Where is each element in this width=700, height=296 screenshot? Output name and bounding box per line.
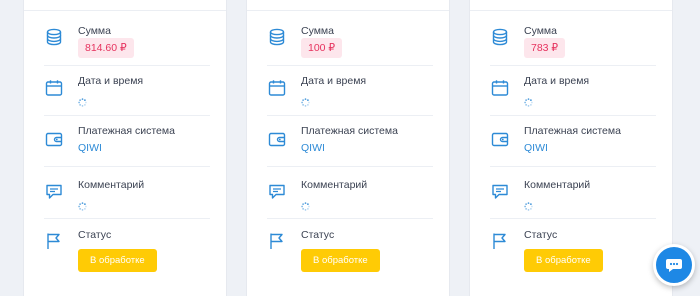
loading-spinner-icon xyxy=(78,94,87,107)
comment-label: Комментарий xyxy=(301,179,368,191)
status-badge[interactable]: В обработке xyxy=(524,249,603,272)
amount-value: 783 ₽ xyxy=(524,38,566,58)
status-label: Статус xyxy=(78,229,112,241)
loading-spinner-icon xyxy=(524,94,533,107)
divider xyxy=(490,115,656,116)
amount-label: Сумма xyxy=(78,25,111,37)
loading-spinner-icon xyxy=(301,94,310,107)
status-badge[interactable]: В обработке xyxy=(301,249,380,272)
datetime-label: Дата и время xyxy=(524,75,590,87)
divider xyxy=(490,218,656,219)
amount-value: 100 ₽ xyxy=(301,38,343,58)
status-badge[interactable]: В обработке xyxy=(78,249,157,272)
comment-icon xyxy=(267,182,287,202)
amount-label: Сумма xyxy=(524,25,557,37)
status-label: Статус xyxy=(524,229,558,241)
payment-system-link[interactable]: QIWI xyxy=(301,142,325,154)
comment-icon xyxy=(44,182,64,202)
wallet-icon xyxy=(267,129,287,149)
calendar-icon xyxy=(267,78,287,98)
flag-icon xyxy=(267,231,287,251)
comment-label: Комментарий xyxy=(524,179,591,191)
payment-system-label: Платежная система xyxy=(301,125,398,137)
divider xyxy=(267,166,433,167)
calendar-icon xyxy=(44,78,64,98)
divider xyxy=(490,166,656,167)
loading-spinner-icon xyxy=(78,198,87,211)
divider xyxy=(44,166,210,167)
divider xyxy=(267,115,433,116)
flag-icon xyxy=(44,231,64,251)
payment-card: Сумма 783 ₽ Дата и время Платежная система Q… xyxy=(469,0,673,296)
divider xyxy=(470,10,672,11)
wallet-icon xyxy=(490,129,510,149)
payment-system-link[interactable]: QIWI xyxy=(524,142,548,154)
database-icon xyxy=(44,27,64,47)
payment-system-label: Платежная система xyxy=(524,125,621,137)
payment-card: Сумма 814.60 ₽ Дата и время Платежная систе… xyxy=(23,0,227,296)
divider xyxy=(24,10,226,11)
payment-system-link[interactable]: QIWI xyxy=(78,142,102,154)
amount-value: 814.60 ₽ xyxy=(78,38,134,58)
datetime-label: Дата и время xyxy=(301,75,367,87)
payment-card: Сумма 100 ₽ Дата и время Платежная система Q… xyxy=(246,0,450,296)
comment-label: Комментарий xyxy=(78,179,145,191)
divider xyxy=(44,218,210,219)
flag-icon xyxy=(490,231,510,251)
payment-system-label: Платежная система xyxy=(78,125,175,137)
chat-bubble-icon xyxy=(666,259,682,272)
chat-button[interactable] xyxy=(653,244,695,286)
loading-spinner-icon xyxy=(301,198,310,211)
database-icon xyxy=(267,27,287,47)
divider xyxy=(490,65,656,66)
status-label: Статус xyxy=(301,229,335,241)
divider xyxy=(44,65,210,66)
calendar-icon xyxy=(490,78,510,98)
divider xyxy=(267,65,433,66)
divider xyxy=(44,115,210,116)
comment-icon xyxy=(490,182,510,202)
amount-label: Сумма xyxy=(301,25,334,37)
wallet-icon xyxy=(44,129,64,149)
divider xyxy=(267,218,433,219)
database-icon xyxy=(490,27,510,47)
loading-spinner-icon xyxy=(524,198,533,211)
divider xyxy=(247,10,449,11)
datetime-label: Дата и время xyxy=(78,75,144,87)
